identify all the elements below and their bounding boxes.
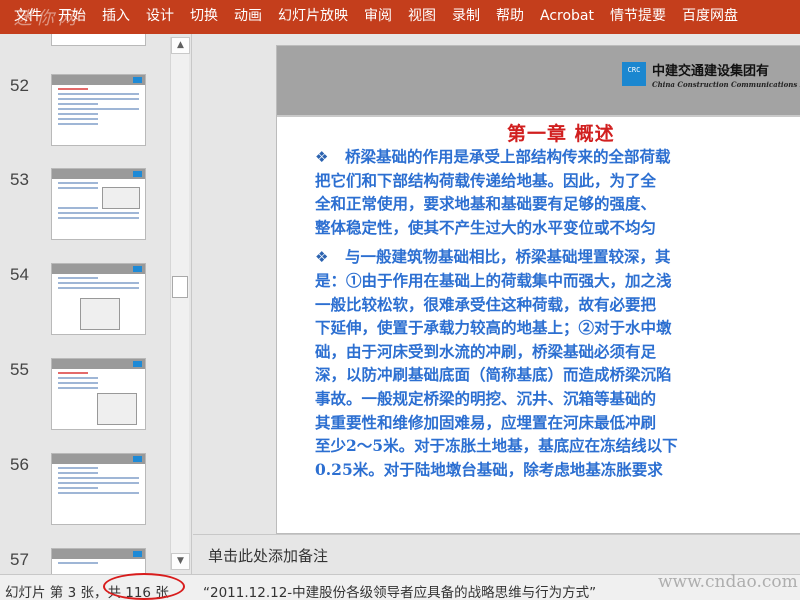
text-line: 全和正常使用，要求地基和基础要有足够的强度、 bbox=[315, 194, 657, 214]
tab-design[interactable]: 设计 bbox=[138, 0, 182, 34]
slide-number: 52 bbox=[10, 76, 29, 95]
slide-number: 56 bbox=[10, 455, 29, 474]
text-line: 事故。一般规定桥梁的明挖、沉井、沉箱等基础的 bbox=[315, 388, 657, 408]
tab-help[interactable]: 帮助 bbox=[488, 0, 532, 34]
company-name-cn: 中建交通建设集团有 bbox=[652, 64, 770, 79]
text-line: 是：①由于作用在基础上的荷载集中而强大，加之浅 bbox=[315, 270, 672, 290]
thumbnail-row-55[interactable]: 55 bbox=[0, 358, 170, 438]
thumbnail-row-56[interactable]: 56 bbox=[0, 453, 170, 533]
company-logo-icon: CRC bbox=[622, 62, 646, 86]
thumbnail-row-52[interactable]: 52 bbox=[0, 74, 170, 154]
tab-slideshow[interactable]: 幻灯片放映 bbox=[270, 0, 356, 34]
tab-acrobat[interactable]: Acrobat bbox=[532, 0, 602, 34]
thumbnail-row-57[interactable]: 57 bbox=[0, 548, 170, 574]
tab-transitions[interactable]: 切换 bbox=[182, 0, 226, 34]
powerpoint-window: 文件 开始 插入 设计 切换 动画 幻灯片放映 审阅 视图 录制 帮助 Acro… bbox=[0, 0, 800, 600]
slide-thumbnail-pane: 52 53 54 55 56 57 bbox=[0, 34, 192, 574]
tab-review[interactable]: 审阅 bbox=[356, 0, 400, 34]
slide-thumbnail[interactable] bbox=[51, 358, 146, 430]
text-line: 下延伸，使置于承载力较高的地基上；②对于水中墩 bbox=[315, 318, 672, 338]
tab-record[interactable]: 录制 bbox=[444, 0, 488, 34]
slide-counter[interactable]: 幻灯片 第 3 张，共 116 张 bbox=[5, 581, 169, 600]
slide-thumbnail[interactable] bbox=[51, 168, 146, 240]
scroll-down-arrow-icon[interactable]: ▼ bbox=[171, 553, 190, 570]
text-line: 其重要性和维修加固难易，应埋置在河床最低冲刷 bbox=[315, 412, 657, 432]
tab-baidu-netdisk[interactable]: 百度网盘 bbox=[674, 0, 746, 34]
diamond-bullet-icon: ❖ bbox=[315, 148, 329, 166]
notes-pane[interactable]: 单击此处添加备注 bbox=[193, 534, 800, 574]
diamond-bullet-icon: ❖ bbox=[315, 248, 329, 267]
text-line: 至少2～5米。对于冻胀土地基，基底应在冻结线以下 bbox=[315, 436, 678, 456]
file-name-label: “2011.12.12-中建股份各级领导者应具备的战略思维与行为方式” bbox=[203, 585, 597, 600]
text-line: 0.25米。对于陆地墩台基础，除考虑地基冻胀要求 bbox=[315, 459, 663, 479]
notes-placeholder[interactable]: 单击此处添加备注 bbox=[208, 545, 328, 566]
thumbnail-scrollbar[interactable]: ▲ ▼ bbox=[170, 37, 190, 570]
tab-animations[interactable]: 动画 bbox=[226, 0, 270, 34]
scroll-up-arrow-icon[interactable]: ▲ bbox=[171, 37, 190, 54]
slide-body-text[interactable]: ❖ 桥梁基础的作用是承受上部结构传来的全部荷载 把它们和下部结构荷载传递给地基。… bbox=[315, 145, 800, 481]
text-line: 一般比较松软，很难承受住这种荷载，故有必要把 bbox=[315, 294, 657, 314]
slide-thumbnail[interactable] bbox=[51, 453, 146, 525]
slide-number: 55 bbox=[10, 360, 29, 379]
header-divider bbox=[277, 115, 800, 117]
tab-insert[interactable]: 插入 bbox=[94, 0, 138, 34]
slide-thumbnail[interactable] bbox=[51, 263, 146, 335]
ribbon-tab-bar: 文件 开始 插入 设计 切换 动画 幻灯片放映 审阅 视图 录制 帮助 Acro… bbox=[0, 0, 800, 34]
slide-editor: CRC 中建交通建设集团有 China Construction Communi… bbox=[193, 34, 800, 534]
slide-thumbnail[interactable] bbox=[51, 74, 146, 146]
chapter-title[interactable]: 第一章 概述 bbox=[507, 119, 615, 146]
text-line: 整体稳定性，使其不产生过大的水平变位或不均匀 bbox=[315, 217, 657, 237]
text-line: 桥梁基础的作用是承受上部结构传来的全部荷载 bbox=[345, 147, 671, 166]
text-line: 深，以防冲刷基础底面（简称基底）而造成桥梁沉陷 bbox=[315, 365, 672, 385]
thumbnail-row-53[interactable]: 53 bbox=[0, 168, 170, 248]
current-slide[interactable]: CRC 中建交通建设集团有 China Construction Communi… bbox=[276, 45, 800, 534]
tab-storyboard[interactable]: 情节提要 bbox=[602, 0, 674, 34]
paragraph-2: ❖ 与一般建筑物基础相比，桥梁基础埋置较深，其 是：①由于作用在基础上的荷载集中… bbox=[315, 245, 800, 481]
tab-view[interactable]: 视图 bbox=[400, 0, 444, 34]
text-line: 础，由于河床受到水流的冲刷，桥梁基础必须有足 bbox=[315, 341, 657, 361]
text-line: 把它们和下部结构荷载传递给地基。因此，为了全 bbox=[315, 170, 657, 190]
slide-number: 53 bbox=[10, 170, 29, 189]
slide-number: 54 bbox=[10, 265, 29, 284]
company-name-en: China Construction Communications Engine… bbox=[652, 80, 800, 89]
paragraph-1: ❖ 桥梁基础的作用是承受上部结构传来的全部荷载 把它们和下部结构荷载传递给地基。… bbox=[315, 145, 800, 239]
status-bar: 幻灯片 第 3 张，共 116 张 “2011.12.12-中建股份各级领导者应… bbox=[0, 574, 800, 600]
thumbnail-row-54[interactable]: 54 bbox=[0, 263, 170, 343]
text-line: 与一般建筑物基础相比，桥梁基础埋置较深，其 bbox=[345, 247, 671, 267]
tab-file[interactable]: 文件 bbox=[4, 0, 50, 34]
slide-thumbnail[interactable] bbox=[51, 548, 146, 574]
scrollbar-thumb[interactable] bbox=[172, 276, 188, 298]
slide-number: 57 bbox=[10, 550, 29, 569]
tab-home[interactable]: 开始 bbox=[50, 0, 94, 34]
slide-thumbnail-partial[interactable] bbox=[51, 34, 146, 46]
